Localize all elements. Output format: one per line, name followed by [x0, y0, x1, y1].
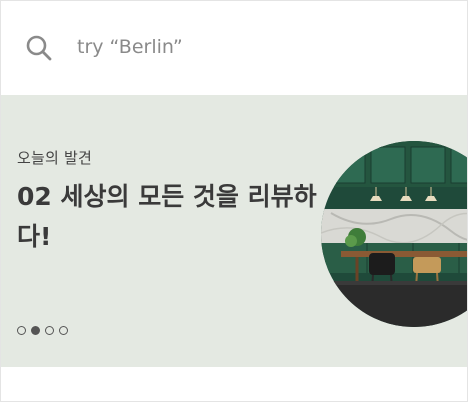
- banner-title: 02 세상의 모든 것을 리뷰하다!: [17, 182, 317, 251]
- search-bar: [1, 1, 467, 95]
- search-icon[interactable]: [25, 34, 53, 62]
- bottom-area: [1, 367, 467, 401]
- search-input[interactable]: [77, 31, 437, 63]
- pager-dot[interactable]: [17, 325, 26, 335]
- pager-dot[interactable]: [45, 325, 54, 335]
- app-screen: 오늘의 발견 02 세상의 모든 것을 리뷰하다!: [0, 0, 468, 402]
- pager-dot[interactable]: [59, 325, 68, 335]
- banner-pager: [17, 325, 68, 335]
- kitchen-interior-photo: [321, 141, 467, 327]
- pager-dot-active[interactable]: [31, 325, 40, 335]
- discovery-banner[interactable]: 오늘의 발견 02 세상의 모든 것을 리뷰하다!: [1, 95, 467, 367]
- banner-subtitle: 오늘의 발견: [17, 149, 92, 167]
